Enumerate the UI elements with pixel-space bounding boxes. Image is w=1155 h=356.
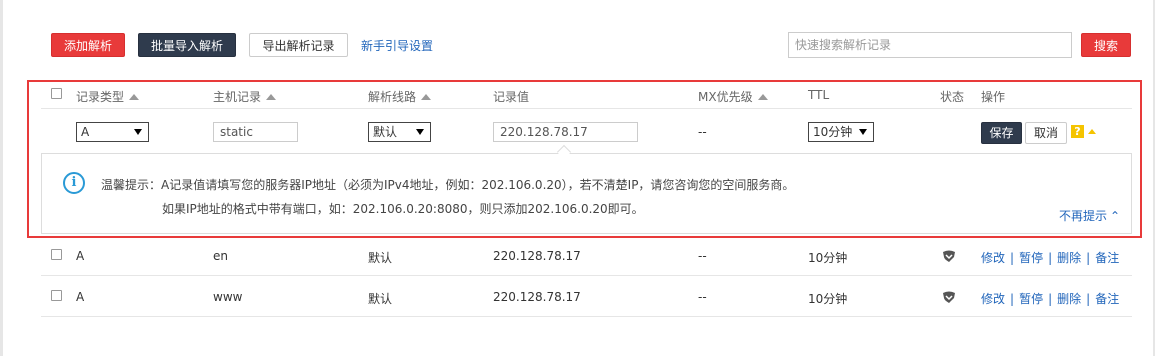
row-host: www <box>213 290 243 304</box>
row-line: 默认 <box>368 292 393 306</box>
header-line[interactable]: 解析线路 <box>368 88 432 105</box>
row-value: 220.128.78.17 <box>493 290 581 304</box>
note-link[interactable]: 备注 <box>1095 251 1119 265</box>
header-ttl: TTL <box>808 88 830 102</box>
header-status: 状态 <box>940 90 965 104</box>
header-action: 操作 <box>981 90 1006 104</box>
record-type-select[interactable]: A <box>76 122 149 142</box>
host-input[interactable]: static <box>213 122 298 142</box>
row-type: A <box>76 249 85 263</box>
line-select[interactable]: 默认 <box>368 122 431 142</box>
info-icon: i <box>63 172 85 194</box>
note-link[interactable]: 备注 <box>1095 292 1119 306</box>
dropdown-arrow-icon <box>416 129 424 135</box>
row-checkbox[interactable] <box>51 290 62 301</box>
row-checkbox[interactable] <box>51 249 62 260</box>
mx-value: -- <box>698 125 707 139</box>
sort-asc-icon <box>421 94 432 100</box>
sort-asc-icon <box>129 94 140 100</box>
search-button[interactable]: 搜索 <box>1081 33 1131 57</box>
row-actions: 修改 | 暂停 | 删除 | 备注 <box>981 251 1120 265</box>
delete-link[interactable]: 删除 <box>1057 292 1081 306</box>
tip-line-2: 如果IP地址的格式中带有端口，如：202.106.0.20:8080，则只添加2… <box>162 202 644 216</box>
edit-link[interactable]: 修改 <box>981 292 1005 306</box>
tip-line-1: 温馨提示：A记录值请填写您的服务器IP地址（必须为IPv4地址，例如：202.1… <box>101 178 795 192</box>
collapse-up-icon[interactable] <box>1088 129 1096 134</box>
dropdown-arrow-icon <box>134 129 142 135</box>
tip-panel <box>41 153 1132 234</box>
bulk-import-button[interactable]: 批量导入解析 <box>138 33 236 57</box>
sort-asc-icon <box>266 94 277 100</box>
chevron-up-icon: ⌃ <box>1110 209 1121 223</box>
left-panel-border <box>0 0 3 356</box>
dropdown-arrow-icon <box>859 129 867 135</box>
value-input[interactable]: 220.128.78.17 <box>493 122 638 142</box>
header-record-type[interactable]: 记录类型 <box>76 88 140 105</box>
row-value: 220.128.78.17 <box>493 249 581 263</box>
select-all-checkbox[interactable] <box>51 88 62 99</box>
header-mx[interactable]: MX优先级 <box>698 88 768 105</box>
save-button[interactable]: 保存 <box>981 122 1022 144</box>
pause-link[interactable]: 暂停 <box>1019 251 1043 265</box>
header-value: 记录值 <box>493 90 530 104</box>
cancel-button[interactable]: 取消 <box>1025 122 1067 144</box>
row-ttl: 10分钟 <box>808 251 848 265</box>
row-ttl: 10分钟 <box>808 292 848 306</box>
row-actions: 修改 | 暂停 | 删除 | 备注 <box>981 292 1120 306</box>
status-shield-icon[interactable] <box>942 291 956 303</box>
search-input[interactable]: 快速搜索解析记录 <box>788 32 1072 58</box>
ttl-select[interactable]: 10分钟 <box>808 122 874 142</box>
delete-link[interactable]: 删除 <box>1057 251 1081 265</box>
row-mx: -- <box>698 249 707 263</box>
sort-asc-icon <box>757 94 768 100</box>
row-divider <box>41 275 1132 276</box>
header-divider <box>41 108 1132 109</box>
status-shield-icon[interactable] <box>942 250 956 262</box>
pause-link[interactable]: 暂停 <box>1019 292 1043 306</box>
row-mx: -- <box>698 290 707 304</box>
add-record-button[interactable]: 添加解析 <box>51 33 125 57</box>
row-line: 默认 <box>368 251 393 265</box>
export-records-button[interactable]: 导出解析记录 <box>249 33 348 57</box>
header-host[interactable]: 主机记录 <box>213 88 277 105</box>
guide-settings-link[interactable]: 新手引导设置 <box>361 37 433 54</box>
edit-link[interactable]: 修改 <box>981 251 1005 265</box>
row-type: A <box>76 290 85 304</box>
row-divider <box>41 316 1132 317</box>
dismiss-tip-link[interactable]: 不再提示 ⌃ <box>1059 207 1120 224</box>
help-icon[interactable]: ? <box>1071 125 1084 138</box>
row-host: en <box>213 249 228 263</box>
